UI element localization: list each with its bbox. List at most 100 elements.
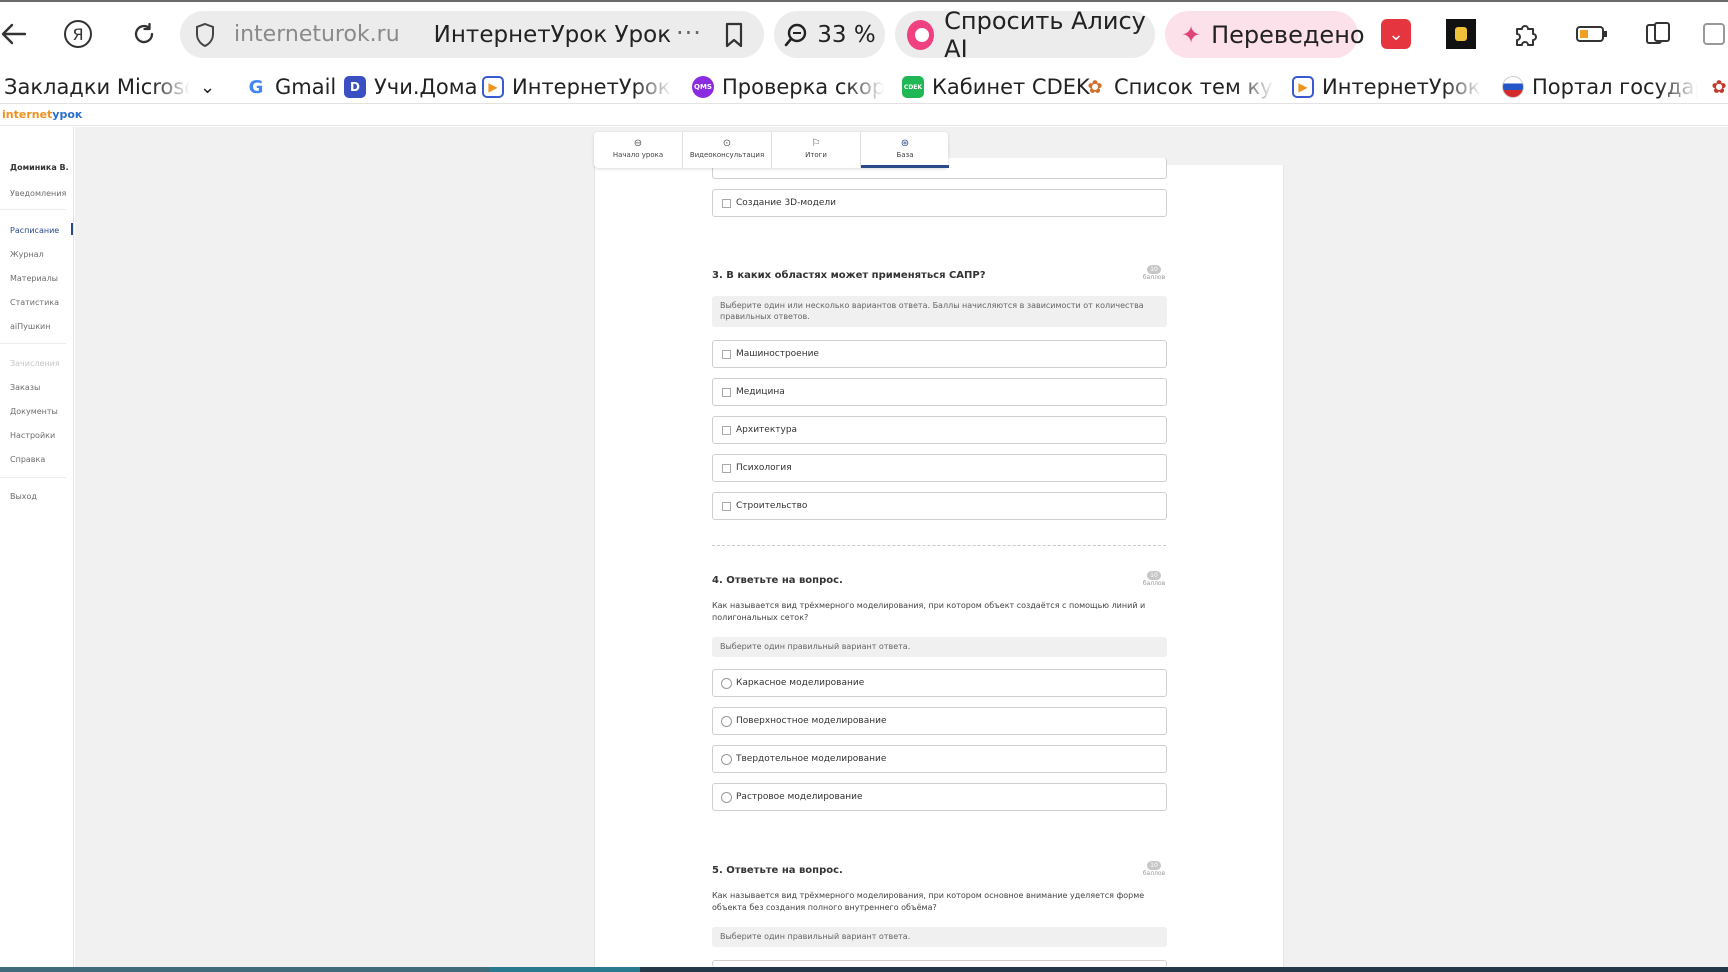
option-label: Архитектура	[736, 425, 798, 435]
bookmark-label: Кабинет CDEK	[932, 75, 1090, 99]
question-hint: Выберите один правильный вариант ответа.	[712, 927, 1167, 947]
sidebar-user[interactable]: Доминика В.	[10, 163, 69, 172]
score-badge: 10 баллов	[1139, 571, 1169, 587]
tab-label: Итоги	[805, 151, 827, 159]
sidebar-item-statistics[interactable]: Статистика	[10, 298, 59, 307]
tab-results[interactable]: ⚐ Итоги	[772, 132, 860, 168]
yandex-glyph: Я	[64, 20, 92, 48]
sidebar: Доминика В. Уведомления Расписание Журна…	[0, 127, 74, 972]
test-content-card	[594, 165, 1284, 967]
sidebar-divider	[0, 343, 66, 344]
lesson-step-nav: ⊖ Начало урока ⊙ Видеоконсультация ⚐ Ито…	[594, 132, 949, 168]
answer-option[interactable]: Растровое моделирование	[712, 783, 1167, 811]
sidebar-item-notifications[interactable]: Уведомления	[10, 189, 66, 198]
question-hint: Выберите один правильный вариант ответа.	[712, 637, 1167, 657]
sidebar-section-enrollments: Зачисления	[10, 359, 60, 368]
bookmark-item[interactable]: ▶ ИнтернетУрок Ра	[482, 73, 672, 101]
option-label: Машиностроение	[736, 349, 819, 359]
extensions-puzzle-icon[interactable]	[1506, 14, 1546, 54]
active-indicator	[71, 223, 73, 235]
score-label: баллов	[1142, 274, 1166, 281]
answer-option-clipped[interactable]	[712, 960, 1167, 967]
battery-icon[interactable]	[1572, 14, 1612, 54]
answer-option[interactable]: Архитектура	[712, 416, 1167, 444]
sidebar-item-documents[interactable]: Документы	[10, 407, 58, 416]
sidebar-divider	[0, 209, 66, 210]
bookmark-item[interactable]: D Учи.Дома	[344, 73, 478, 101]
checkbox[interactable]	[722, 425, 731, 435]
bookmark-item[interactable]: ✿ Список тем курса	[1084, 73, 1274, 101]
collections-icon[interactable]	[1638, 14, 1678, 54]
checkbox[interactable]	[722, 198, 731, 208]
sidebar-item-settings[interactable]: Настройки	[10, 431, 55, 440]
address-bar[interactable]: interneturok.ru ИнтернетУрок Урок ···	[180, 11, 764, 58]
answer-option[interactable]: Психология	[712, 454, 1167, 482]
answer-option[interactable]: Машиностроение	[712, 340, 1167, 368]
sidebar-item-journal[interactable]: Журнал	[10, 250, 44, 259]
back-icon[interactable]	[0, 14, 34, 54]
sidebar-item-logout[interactable]: Выход	[10, 492, 37, 501]
bookmark-icon[interactable]	[724, 22, 744, 52]
bookmark-item[interactable]: ✿	[1708, 73, 1728, 101]
sidebar-item-help[interactable]: Справка	[10, 455, 45, 464]
option-label: Строительство	[736, 501, 808, 511]
bookmark-item[interactable]: Закладки Microsoft E	[4, 73, 190, 101]
ask-alice-button[interactable]: Спросить Алису AI	[895, 7, 1155, 63]
checkbox[interactable]	[722, 501, 731, 511]
answer-option[interactable]: Строительство	[712, 492, 1167, 520]
video-icon: ⊙	[722, 138, 732, 149]
zoom-indicator[interactable]: 33 %	[774, 11, 885, 58]
bookmark-item[interactable]: Портал государст	[1502, 73, 1698, 101]
answer-option[interactable]: Создание 3D-модели	[712, 189, 1167, 217]
question-title: 4. Ответьте на вопрос.	[712, 575, 843, 586]
question-title: 3. В каких областях может применяться СА…	[712, 270, 986, 281]
translate-button[interactable]: ✦ Переведено	[1165, 11, 1365, 58]
bookmark-label: Портал государст	[1532, 75, 1698, 99]
sidebar-item-materials[interactable]: Материалы	[10, 274, 58, 283]
overflow-bookmark-icon: ✿	[1711, 76, 1727, 98]
radio-button[interactable]	[721, 715, 732, 727]
translate-icon: ✦	[1181, 20, 1202, 49]
profile-icon[interactable]	[1700, 14, 1728, 54]
checkbox[interactable]	[722, 387, 731, 397]
answer-option[interactable]: Каркасное моделирование	[712, 669, 1167, 697]
sidebar-item-aipushkin[interactable]: aiПушкин	[10, 322, 50, 331]
save-to-pocket-icon[interactable]: ⌄	[1376, 14, 1416, 54]
alice-label: Спросить Алису AI	[944, 6, 1146, 63]
bookmark-label: Gmail	[275, 75, 337, 99]
tab-base[interactable]: ⊛ База	[861, 132, 949, 168]
score-value: 10	[1147, 861, 1161, 870]
bookmark-item[interactable]: ▶ ИнтернетУрок Ра	[1292, 73, 1482, 101]
radio-button[interactable]	[721, 791, 732, 803]
option-label: Твердотельное моделирование	[736, 754, 887, 764]
radio-button[interactable]	[721, 753, 732, 765]
answer-option[interactable]: Медицина	[712, 378, 1167, 406]
tab-lesson-start[interactable]: ⊖ Начало урока	[594, 132, 682, 168]
yandex-icon[interactable]: Я	[58, 14, 98, 54]
reload-icon[interactable]	[124, 14, 164, 54]
bookmark-item[interactable]: CDEK Кабинет CDEK	[902, 73, 1090, 101]
shield-icon[interactable]	[194, 22, 216, 52]
site-header: internetурок	[0, 105, 1728, 126]
checkbox[interactable]	[722, 463, 731, 473]
answer-option[interactable]: Твердотельное моделирование	[712, 745, 1167, 773]
sidebar-item-orders[interactable]: Заказы	[10, 383, 40, 392]
answer-option[interactable]: Поверхностное моделирование	[712, 707, 1167, 735]
site-logo[interactable]: internetурок	[2, 108, 82, 121]
radio-button[interactable]	[721, 677, 732, 689]
bookmark-item[interactable]: QMS Проверка скорос	[692, 73, 884, 101]
sidebar-item-schedule[interactable]: Расписание	[10, 226, 59, 235]
bookmark-item[interactable]: G Gmail	[245, 73, 337, 101]
cdek-icon: CDEK	[902, 76, 924, 98]
checkbox[interactable]	[722, 349, 731, 359]
bookmarks-bar: Закладки Microsoft E ⌄ G Gmail D Учи.Дом…	[0, 70, 1728, 104]
interneturok-icon: ▶	[482, 76, 504, 98]
zoom-search-icon	[784, 23, 807, 46]
option-label: Психология	[736, 463, 792, 473]
tab-video-consultation[interactable]: ⊙ Видеоконсультация	[683, 132, 771, 168]
more-icon[interactable]: ···	[676, 19, 702, 47]
tab-label: Видеоконсультация	[689, 151, 765, 159]
chevron-down-icon[interactable]: ⌄	[200, 73, 215, 101]
extension-icon[interactable]	[1441, 14, 1481, 54]
base-icon: ⊛	[900, 138, 910, 149]
